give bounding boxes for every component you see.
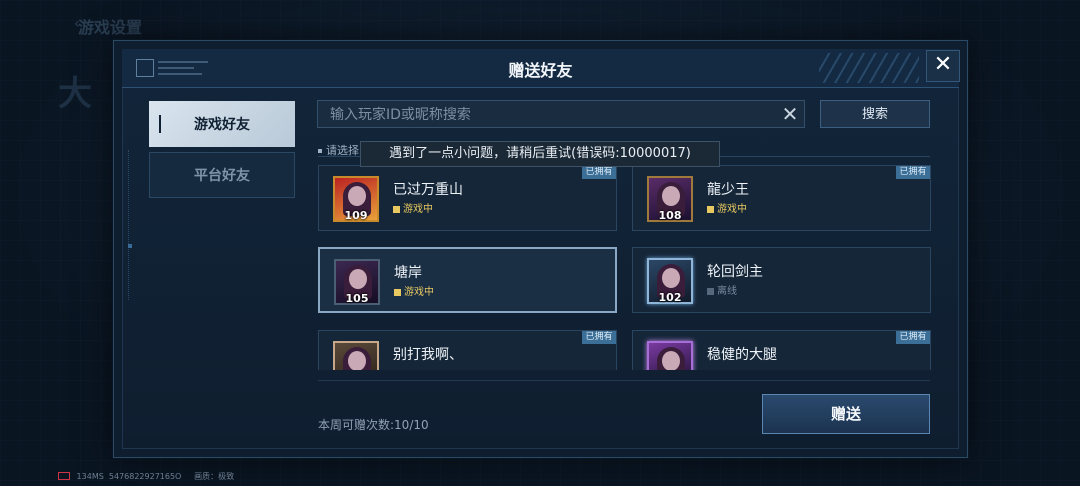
- friend-status: 游戏中: [393, 200, 433, 215]
- friend-name: 别打我啊、: [393, 347, 463, 363]
- avatar: 108: [647, 176, 693, 222]
- level: 108: [658, 209, 682, 222]
- friend-list[interactable]: 已拥有 109 已过万重山 游戏中 已拥有 108 龍少王 游戏中 105 塘岸…: [318, 165, 931, 370]
- owned-badge: 已拥有: [896, 331, 930, 344]
- tab-platform-friends[interactable]: 平台好友: [149, 152, 295, 198]
- avatar: [333, 341, 379, 370]
- level: 105: [345, 292, 369, 305]
- tab-platform-friends-label: 平台好友: [194, 168, 250, 184]
- avatar: 105: [334, 259, 380, 305]
- tab-game-friends[interactable]: 游戏好友: [149, 101, 295, 147]
- status-dot-icon: [393, 206, 400, 213]
- dialog-header: 赠送好友: [122, 49, 959, 88]
- friend-card[interactable]: 102 轮回剑主 离线: [632, 247, 931, 313]
- error-toast: 遇到了一点小问题，请稍后重试(错误码:10000017): [360, 141, 720, 167]
- friend-card[interactable]: 已拥有 109 已过万重山 游戏中: [318, 165, 617, 231]
- friend-card[interactable]: 已拥有 别打我啊、: [318, 330, 617, 370]
- friend-card[interactable]: 已拥有 稳健的大腿: [632, 330, 931, 370]
- tab-game-friends-label: 游戏好友: [194, 117, 250, 133]
- search-field: ✕: [317, 100, 805, 128]
- friend-name: 已过万重山: [393, 182, 463, 198]
- network-icon: [58, 472, 70, 480]
- status-dot-icon: [707, 206, 714, 213]
- quality: 画质：极致: [194, 472, 235, 481]
- search-input[interactable]: [328, 105, 772, 125]
- header-stripes: [819, 53, 919, 83]
- friend-status: 游戏中: [707, 200, 747, 215]
- clear-search-icon[interactable]: ✕: [778, 103, 802, 125]
- weekly-gift-count: 本周可赠次数:10/10: [318, 418, 429, 432]
- friend-name: 塘岸: [394, 265, 422, 281]
- background-heading: 大: [58, 74, 92, 114]
- friend-name: 稳健的大腿: [707, 347, 777, 363]
- level: 102: [658, 291, 682, 304]
- status-text: 游戏中: [403, 204, 433, 215]
- friend-name: 龍少王: [707, 182, 749, 198]
- status-text: 游戏中: [404, 287, 434, 298]
- footer-status: 134MS 5476822927165O 画质：极致: [58, 471, 234, 482]
- owned-badge: 已拥有: [896, 166, 930, 179]
- side-dot-icon: [128, 244, 132, 248]
- status-dot-icon: [394, 289, 401, 296]
- status-text: 游戏中: [717, 204, 747, 215]
- avatar: [647, 341, 693, 370]
- friend-status: 游戏中: [394, 283, 434, 298]
- send-button[interactable]: 赠送: [762, 394, 930, 434]
- side-decoration: [128, 150, 133, 300]
- ping: 134MS: [76, 472, 104, 481]
- avatar: 109: [333, 176, 379, 222]
- owned-badge: 已拥有: [582, 166, 616, 179]
- player-id: 5476822927165O: [108, 472, 182, 481]
- status-dot-icon: [707, 288, 714, 295]
- friend-name: 轮回剑主: [707, 264, 763, 280]
- list-divider: [318, 380, 930, 381]
- friend-card-selected[interactable]: 105 塘岸 游戏中: [318, 247, 617, 313]
- friend-status: 离线: [707, 282, 737, 297]
- status-text: 离线: [717, 286, 737, 297]
- background-title: 游戏设置: [78, 18, 143, 37]
- close-button[interactable]: ✕: [926, 50, 960, 82]
- search-button[interactable]: 搜索: [820, 100, 930, 128]
- avatar: 102: [647, 258, 693, 304]
- owned-badge: 已拥有: [582, 331, 616, 344]
- friend-card[interactable]: 已拥有 108 龍少王 游戏中: [632, 165, 931, 231]
- level: 109: [344, 209, 368, 222]
